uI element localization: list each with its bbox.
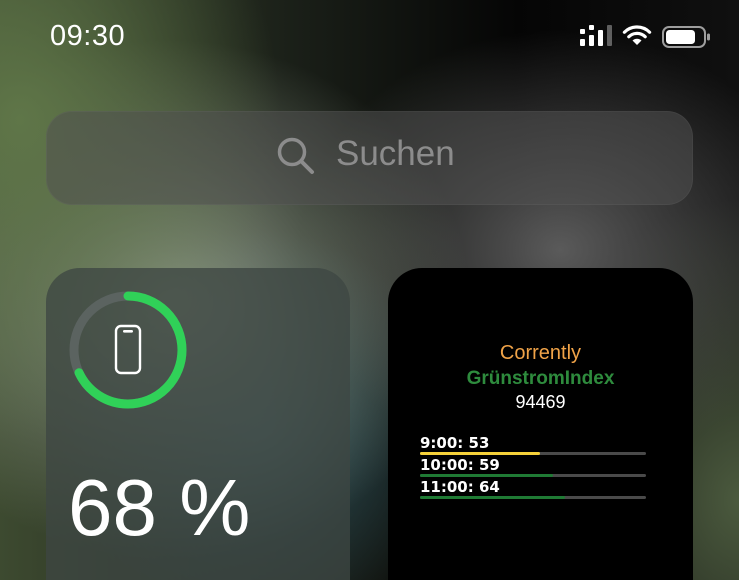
forecast-bar-track [420, 496, 646, 499]
forecast-label: 10:00: 59 [420, 456, 500, 474]
battery-percent: 68 % [68, 463, 251, 552]
forecast-bar-track [420, 474, 646, 477]
forecast-label: 9:00: 53 [420, 434, 490, 452]
status-time: 09:30 [50, 20, 126, 52]
forecast-row: 9:00: 53 [420, 434, 646, 456]
iphone-icon [114, 324, 142, 375]
forecast-label: 11:00: 64 [420, 478, 500, 496]
search-icon [277, 137, 314, 174]
widget-subtitle: GrünstromIndex [466, 368, 615, 389]
search-placeholder[interactable]: Suchen [336, 134, 455, 174]
forecast-bar-fill [420, 496, 565, 499]
widget-title: Corrently [499, 342, 582, 364]
wifi-icon [622, 25, 652, 45]
forecast-bar-track [420, 452, 646, 455]
zip-code: 94469 [515, 392, 566, 412]
gruenstrom-widget[interactable] [388, 268, 693, 580]
cellular-signal-icon [580, 25, 612, 46]
status-bar: 09:30 [0, 0, 739, 76]
forecast-bar-fill [420, 452, 540, 455]
battery-icon [662, 26, 710, 48]
battery-ring [69, 291, 187, 409]
forecast-row: 10:00: 59 [420, 456, 646, 478]
forecast-row: 11:00: 64 [420, 478, 646, 500]
forecast-bar-fill [420, 474, 554, 477]
